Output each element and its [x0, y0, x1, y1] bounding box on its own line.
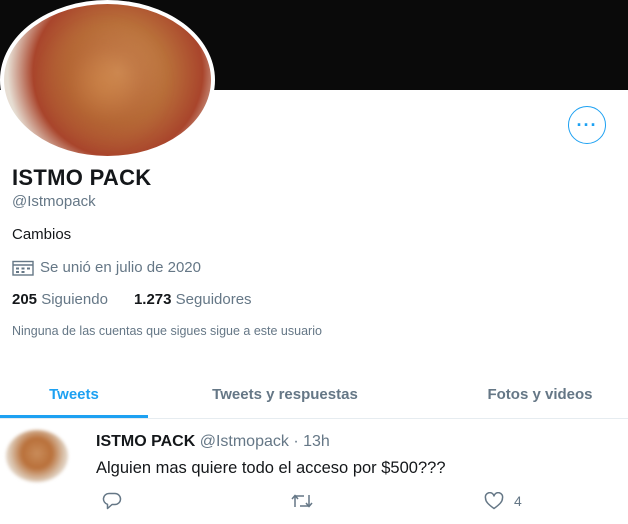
profile-bio: Cambios [12, 226, 72, 243]
mutual-followers-note: Ninguna de las cuentas que sigues sigue … [12, 324, 322, 338]
reply-icon [102, 492, 122, 510]
followers-count: 1.273 [133, 291, 172, 308]
tweet-text: Alguien mas quiere todo el acceso por $5… [96, 459, 446, 477]
follow-stats: 205 Siguiendo 1.273 Seguidores [12, 291, 252, 308]
joined-date: Se unió en julio de 2020 [12, 259, 201, 276]
following-label: Siguiendo [41, 291, 108, 308]
profile-avatar[interactable] [0, 0, 215, 160]
joined-text: Se unió en julio de 2020 [40, 259, 201, 276]
more-icon: ··· [576, 115, 598, 135]
followers-link[interactable]: 1.273 Seguidores [134, 291, 252, 308]
like-button[interactable]: 4 [484, 492, 522, 510]
calendar-icon [12, 260, 34, 276]
tab-tweets-and-replies[interactable]: Tweets y respuestas [165, 372, 405, 416]
like-count: 4 [514, 493, 522, 509]
profile-tabs: Tweets Tweets y respuestas Fotos y video… [0, 372, 628, 418]
tweet-actions: 4 [96, 492, 596, 514]
profile-handle: @Istmopack [12, 193, 96, 210]
tweet-handle-time: @Istmopack · 13h [199, 433, 330, 450]
tweet-header: ISTMO PACK @Istmopack · 13h [96, 433, 330, 451]
retweet-button[interactable] [290, 492, 314, 510]
tab-photos-and-videos[interactable]: Fotos y videos [452, 372, 628, 416]
following-count: 205 [12, 291, 38, 308]
following-link[interactable]: 205 Siguiendo [12, 291, 108, 308]
retweet-icon [291, 494, 313, 508]
more-options-button[interactable]: ··· [568, 106, 606, 144]
tweet-author-name[interactable]: ISTMO PACK [96, 433, 195, 450]
tweet-avatar[interactable] [6, 430, 68, 482]
followers-label: Seguidores [175, 291, 252, 308]
reply-button[interactable] [102, 492, 122, 510]
profile-name: ISTMO PACK [12, 165, 152, 190]
like-icon [484, 492, 504, 510]
tabs-divider [0, 418, 628, 419]
tab-tweets[interactable]: Tweets [0, 372, 148, 416]
